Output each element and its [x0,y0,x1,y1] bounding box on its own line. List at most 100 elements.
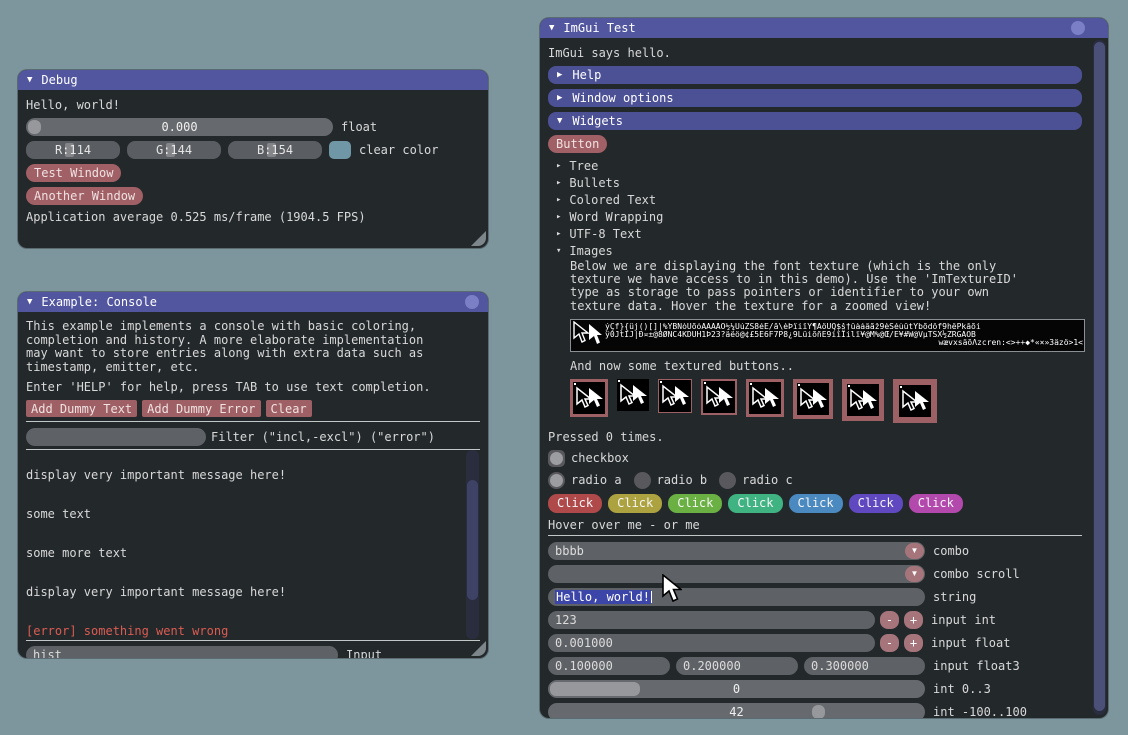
radio-icon[interactable] [548,472,565,489]
pressed-count-text: Pressed 0 times. [548,430,1082,444]
image-button[interactable] [793,379,833,419]
image-button[interactable] [746,379,784,417]
int-input-label: input int [931,613,996,627]
console-help-text: Enter 'HELP' for help, press TAB to use … [26,380,480,394]
selected-text: Hello, world! [555,590,651,604]
tree-node-bullets[interactable]: ▸ Bullets [556,175,1082,190]
header-window-options[interactable]: ▶ Window options [548,89,1082,107]
combo-select[interactable]: bbbb ▼ [548,542,925,560]
increment-button[interactable]: + [904,634,923,652]
log-line: display very important message here! [26,586,464,599]
decrement-button[interactable]: - [880,611,899,629]
cursor-texture-image [659,380,691,412]
increment-button[interactable]: + [904,611,923,629]
string-input[interactable]: Hello, world! [548,588,925,606]
console-input-label: Input [346,648,382,658]
click-button[interactable]: Click [608,494,662,513]
float3-input-z[interactable]: 0.300000 [804,657,925,675]
drag-red[interactable]: R:114 [26,141,120,159]
console-command-input[interactable]: hist [26,646,338,658]
combo-arrow-button[interactable]: ▼ [905,543,924,559]
close-button[interactable] [1071,21,1085,35]
collapse-arrow-icon[interactable]: ▼ [27,292,32,312]
window-title: Example: Console [41,295,157,309]
click-button[interactable]: Click [849,494,903,513]
add-dummy-error-button[interactable]: Add Dummy Error [142,400,260,417]
image-button[interactable] [893,379,937,423]
drag-blue[interactable]: B:154 [228,141,322,159]
image-button[interactable] [570,379,608,417]
test-window-button[interactable]: Test Window [26,164,121,182]
combo-scroll-select[interactable]: ▼ [548,565,925,583]
click-button[interactable]: Click [909,494,963,513]
float-input[interactable]: 0.001000 [548,634,875,652]
int-input[interactable]: 123 [548,611,875,629]
debug-titlebar[interactable]: ▼ Debug [18,70,488,90]
collapse-arrow-icon[interactable]: ▼ [549,18,554,38]
tree-node-tree[interactable]: ▸ Tree [556,158,1082,173]
float3-input-x[interactable]: 0.100000 [548,657,670,675]
hover-tooltip-text[interactable]: Hover over me - or me [548,518,1082,532]
radio-c[interactable]: radio c [719,472,793,489]
int-slider-small-label: int 0..3 [933,682,991,696]
radio-icon[interactable] [719,472,736,489]
filter-input[interactable] [26,428,206,446]
console-log-region[interactable]: display very important message here! som… [26,450,480,639]
cursor-texture-image [573,382,605,414]
tree-node-colored-text[interactable]: ▸ Colored Text [556,192,1082,207]
collapse-arrow-icon[interactable]: ▼ [27,70,32,90]
cursor-glyphs-icon [572,321,602,349]
imgui-titlebar[interactable]: ▼ ImGui Test [540,18,1108,38]
tree-node-label: Tree [569,159,598,173]
image-button[interactable] [658,379,692,413]
decrement-button[interactable]: - [880,634,899,652]
tree-node-images[interactable]: ▾ Images [556,243,1082,258]
window-scrollbar[interactable] [1093,40,1106,715]
add-dummy-text-button[interactable]: Add Dummy Text [26,400,137,417]
radio-a[interactable]: radio a [548,472,622,489]
cursor-texture-image [847,384,879,416]
button-widget[interactable]: Button [548,135,607,153]
image-button[interactable] [842,379,884,421]
clear-button[interactable]: Clear [266,400,312,417]
log-line: display very important message here! [26,469,464,482]
combo-arrow-button[interactable]: ▼ [905,566,924,582]
click-button[interactable]: Click [789,494,843,513]
radio-icon[interactable] [634,472,651,489]
tree-node-word-wrapping[interactable]: ▸ Word Wrapping [556,209,1082,224]
radio-b[interactable]: radio b [634,472,708,489]
radio-label: radio a [571,473,622,487]
tree-node-utf8-text[interactable]: ▸ UTF-8 Text [556,226,1082,241]
log-scrollbar-thumb[interactable] [467,480,478,600]
click-button[interactable]: Click [548,494,602,513]
images-description-text: Below we are displaying the font texture… [570,260,1082,313]
window-title: Debug [41,73,77,87]
window-scrollbar-thumb[interactable] [1094,42,1105,711]
image-button[interactable] [701,379,737,415]
header-widgets[interactable]: ▼ Widgets [548,112,1082,130]
header-arrow-icon: ▼ [557,112,562,130]
image-button[interactable] [617,379,649,411]
combo-value: bbbb [555,544,584,558]
checkbox-icon[interactable] [548,450,565,467]
clear-color-swatch[interactable] [329,141,351,159]
another-window-button[interactable]: Another Window [26,187,143,205]
drag-green[interactable]: G:144 [127,141,221,159]
int-slider-big[interactable]: 42 [548,703,925,718]
console-window: ▼ Example: Console This example implemen… [18,292,488,658]
tree-arrow-icon: ▸ [556,212,561,222]
close-button[interactable] [465,295,479,309]
console-titlebar[interactable]: ▼ Example: Console [18,292,488,312]
log-scrollbar[interactable] [466,450,479,639]
fps-stats-text: Application average 0.525 ms/frame (1904… [26,210,480,224]
float-slider[interactable]: 0.000 [26,118,333,136]
checkbox-row[interactable]: checkbox [548,450,1082,467]
click-button[interactable]: Click [728,494,782,513]
float3-input-y[interactable]: 0.200000 [676,657,798,675]
textured-buttons-caption: And now some textured buttons.. [570,359,1082,373]
header-help[interactable]: ▶ Help [548,66,1082,84]
filter-label: Filter ("incl,-excl") ("error") [211,430,435,444]
int-slider-small[interactable]: 0 [548,680,925,698]
click-button[interactable]: Click [668,494,722,513]
font-texture-image[interactable]: ýÇf}{üj()[]|%ÝBÑòÙõóÃÄÀÅÖ½¼ÙúŽŠ8éÉ/å\èÞï… [570,319,1085,352]
